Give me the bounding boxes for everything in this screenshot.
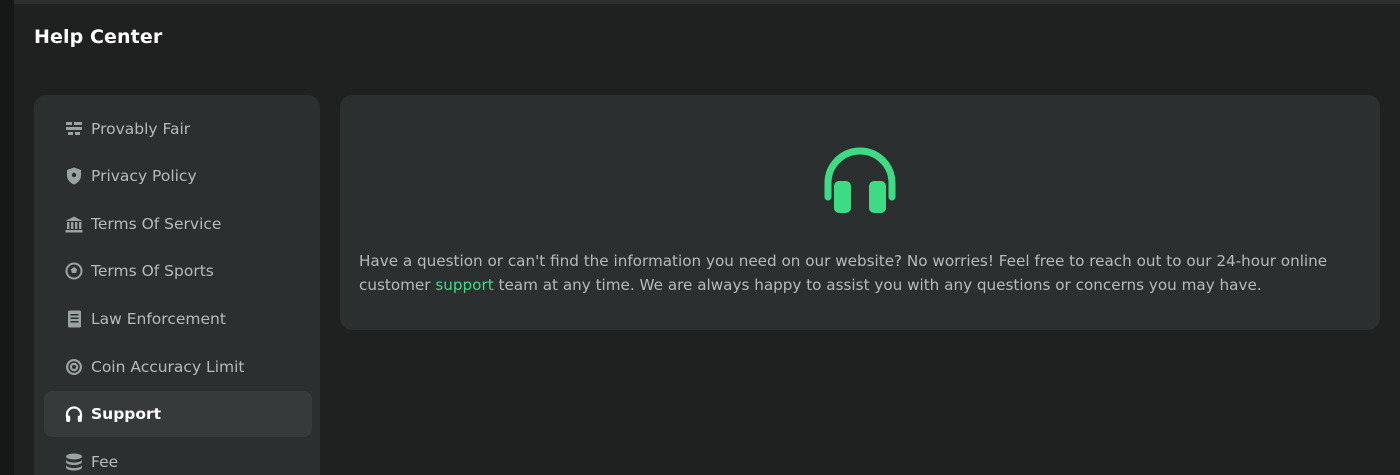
coin-stack-icon xyxy=(64,452,84,472)
sidebar-item-label: Law Enforcement xyxy=(91,310,226,328)
coin-icon xyxy=(64,357,84,377)
headphones-icon xyxy=(820,145,900,217)
document-icon xyxy=(64,309,84,329)
sidebar-item-label: Fee xyxy=(91,453,119,471)
sidebar-item-label: Coin Accuracy Limit xyxy=(91,358,245,376)
sidebar-item-fee[interactable]: Fee xyxy=(44,439,312,475)
sidebar-item-label: Support xyxy=(91,405,162,423)
provably-fair-icon xyxy=(64,119,84,139)
sidebar-item-privacy-policy[interactable]: Privacy Policy xyxy=(44,153,312,199)
sidebar-item-label: Terms Of Service xyxy=(91,215,222,233)
left-border xyxy=(0,0,14,475)
sidebar-item-provably-fair[interactable]: Provably Fair xyxy=(44,106,312,152)
sidebar-item-coin-accuracy-limit[interactable]: Coin Accuracy Limit xyxy=(44,344,312,390)
soccer-ball-icon xyxy=(64,261,84,281)
shield-icon xyxy=(64,166,84,186)
sidebar-item-label: Privacy Policy xyxy=(91,167,197,185)
sidebar-item-support[interactable]: Support xyxy=(44,391,312,437)
sidebar-item-law-enforcement[interactable]: Law Enforcement xyxy=(44,296,312,342)
sidebar-item-terms-of-sports[interactable]: Terms Of Sports xyxy=(44,248,312,294)
headphones-icon xyxy=(64,404,84,424)
app-root: Help Center Provably Fair Privacy Policy… xyxy=(0,0,1400,475)
help-sidebar: Provably Fair Privacy Policy Terms Of Se… xyxy=(34,95,320,475)
sidebar-item-label: Provably Fair xyxy=(91,120,191,138)
support-text-after: team at any time. We are always happy to… xyxy=(493,276,1262,294)
support-link[interactable]: support xyxy=(435,276,493,294)
page-title: Help Center xyxy=(34,26,163,48)
sidebar-item-label: Terms Of Sports xyxy=(91,262,214,280)
sidebar-item-terms-of-service[interactable]: Terms Of Service xyxy=(44,201,312,247)
bank-icon xyxy=(64,214,84,234)
support-description: Have a question or can't find the inform… xyxy=(359,249,1364,297)
support-card: Have a question or can't find the inform… xyxy=(340,95,1380,330)
